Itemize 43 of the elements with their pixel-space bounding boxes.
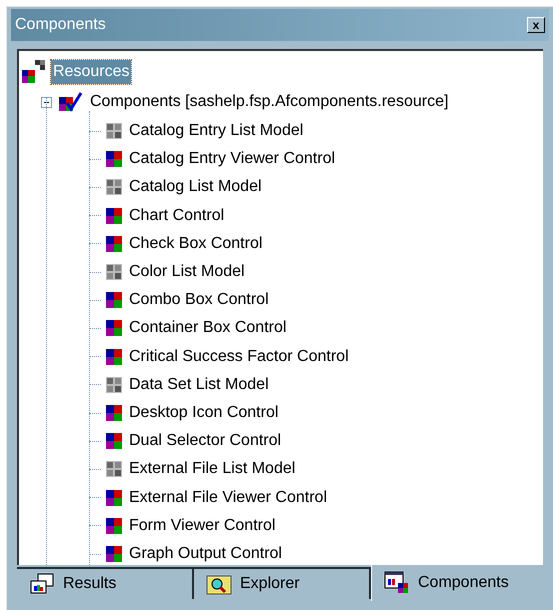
color-blocks-icon	[105, 516, 123, 535]
tree-item[interactable]: Catalog List Model	[127, 175, 264, 200]
tree-item[interactable]: Data Set List Model	[127, 372, 271, 397]
window-title: Components	[15, 15, 106, 35]
window-blocks-icon	[384, 571, 410, 595]
grid-icon	[105, 376, 123, 394]
grid-icon	[105, 460, 123, 478]
tree-item[interactable]: Color List Model	[127, 260, 247, 284]
tab[interactable]: Results	[17, 567, 194, 599]
color-blocks-icon	[21, 59, 47, 85]
color-blocks-icon	[105, 488, 123, 507]
tree-item[interactable]: Dual Selector Control	[127, 429, 284, 454]
close-button[interactable]: x	[527, 17, 545, 33]
grid-icon	[105, 178, 123, 196]
tree-item[interactable]: Resources	[51, 60, 132, 84]
tree-item[interactable]: Catalog Entry List Model	[127, 119, 306, 144]
tree-item[interactable]: Critical Success Factor Control	[127, 344, 351, 369]
tree-item[interactable]: External File List Model	[127, 457, 298, 482]
color-blocks-icon	[105, 404, 123, 422]
color-blocks-icon	[105, 150, 123, 168]
color-blocks-icon	[105, 545, 123, 564]
tree-item[interactable]: Check Box Control	[127, 232, 264, 256]
color-blocks-icon	[105, 291, 123, 310]
tree-item[interactable]: Components [sashelp.fsp.Afcomponents.resource]	[88, 90, 450, 114]
tree-item[interactable]: Combo Box Control	[127, 288, 271, 312]
color-blocks-icon	[105, 432, 123, 450]
color-blocks-icon	[105, 319, 123, 338]
collapse-toggle[interactable]	[41, 96, 52, 108]
tree-item[interactable]: External File Viewer Control	[127, 486, 330, 510]
grid-icon	[105, 263, 123, 282]
tree-item[interactable]: Catalog Entry Viewer Control	[127, 147, 338, 172]
tree-item[interactable]: Form Viewer Control	[127, 514, 278, 538]
tab[interactable]: Explorer	[194, 567, 371, 599]
color-blocks-icon	[105, 348, 123, 366]
tree-item[interactable]: Chart Control	[127, 204, 226, 228]
color-blocks-icon	[105, 206, 123, 225]
tree-item[interactable]: Graph Output Control	[127, 542, 284, 565]
grid-icon	[105, 122, 123, 140]
tree-item[interactable]: Desktop Icon Control	[127, 401, 280, 426]
checked-blocks-icon	[58, 91, 84, 113]
color-blocks-icon	[105, 234, 123, 253]
windows-icon	[29, 573, 55, 595]
tree-item[interactable]: Container Box Control	[127, 316, 288, 340]
